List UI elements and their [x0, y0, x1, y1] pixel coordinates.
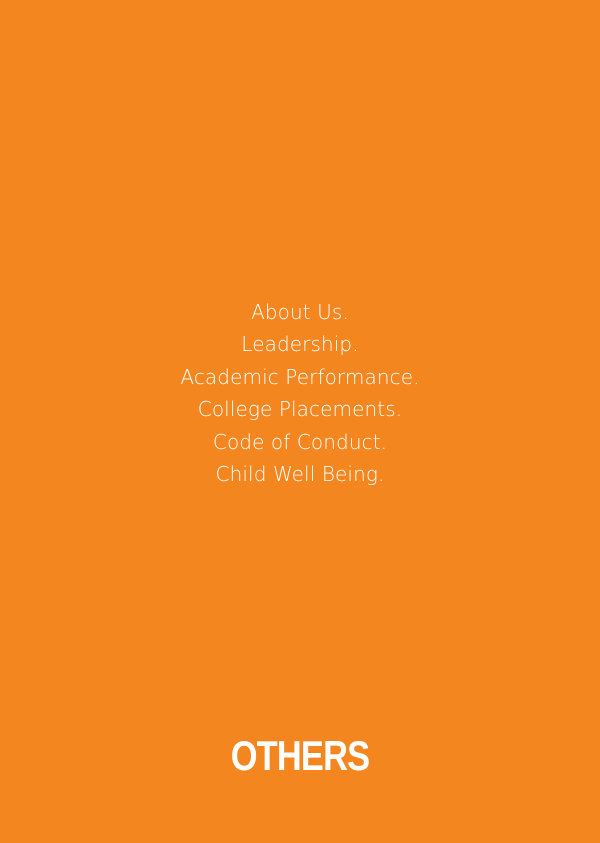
- menu-item-academic-performance[interactable]: Academic Performance.: [0, 361, 600, 393]
- menu-item-about-us[interactable]: About Us.: [0, 296, 600, 328]
- menu-item-code-of-conduct[interactable]: Code of Conduct.: [0, 426, 600, 458]
- menu-link-academic-performance[interactable]: Academic Performance.: [180, 365, 419, 389]
- menu-item-child-well-being[interactable]: Child Well Being.: [0, 458, 600, 490]
- menu-link-code-of-conduct[interactable]: Code of Conduct.: [213, 430, 387, 454]
- menu-link-child-well-being[interactable]: Child Well Being.: [216, 462, 385, 486]
- section-title: OTHERS: [230, 732, 370, 779]
- menu-link-about-us[interactable]: About Us.: [251, 300, 349, 324]
- menu-item-college-placements[interactable]: College Placements.: [0, 393, 600, 425]
- section-menu: About Us. Leadership. Academic Performan…: [0, 296, 600, 490]
- menu-link-college-placements[interactable]: College Placements.: [198, 397, 402, 421]
- menu-item-leadership[interactable]: Leadership.: [0, 328, 600, 360]
- page: About Us. Leadership. Academic Performan…: [0, 0, 600, 843]
- menu-link-leadership[interactable]: Leadership.: [241, 332, 358, 356]
